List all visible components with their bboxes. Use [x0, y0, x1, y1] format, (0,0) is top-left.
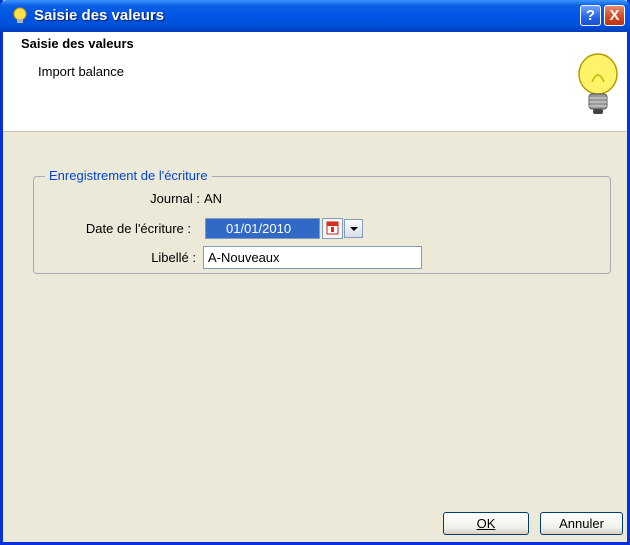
- group-box-legend: Enregistrement de l'écriture: [45, 168, 212, 183]
- help-button[interactable]: ?: [580, 5, 601, 26]
- lightbulb-icon: [13, 7, 27, 23]
- journal-label: Journal :: [150, 191, 200, 206]
- date-dropdown-button[interactable]: [344, 219, 363, 238]
- ok-button-label: OK: [476, 516, 496, 531]
- calendar-button[interactable]: [322, 218, 343, 239]
- lightbulb-icon: [578, 53, 618, 114]
- cancel-button-label: Annuler: [559, 516, 604, 531]
- libelle-label: Libellé :: [151, 250, 196, 265]
- calendar-icon: [326, 221, 339, 235]
- dialog-window: Saisie des valeurs ? X Saisie des valeur…: [0, 0, 630, 545]
- window-title: Saisie des valeurs: [34, 7, 165, 24]
- date-label: Date de l'écriture :: [85, 221, 191, 236]
- title-bar[interactable]: Saisie des valeurs ? X: [0, 0, 630, 32]
- header-title: Saisie des valeurs: [21, 36, 134, 51]
- libelle-input[interactable]: A-Nouveaux: [203, 246, 422, 269]
- journal-value: AN: [204, 191, 223, 206]
- close-button[interactable]: X: [604, 5, 625, 26]
- cancel-button[interactable]: Annuler: [540, 512, 623, 535]
- header-subtitle: Import balance: [38, 64, 124, 79]
- date-input[interactable]: 01/01/2010: [205, 218, 320, 239]
- ok-button[interactable]: OK: [443, 512, 529, 535]
- chevron-down-icon: [350, 227, 358, 231]
